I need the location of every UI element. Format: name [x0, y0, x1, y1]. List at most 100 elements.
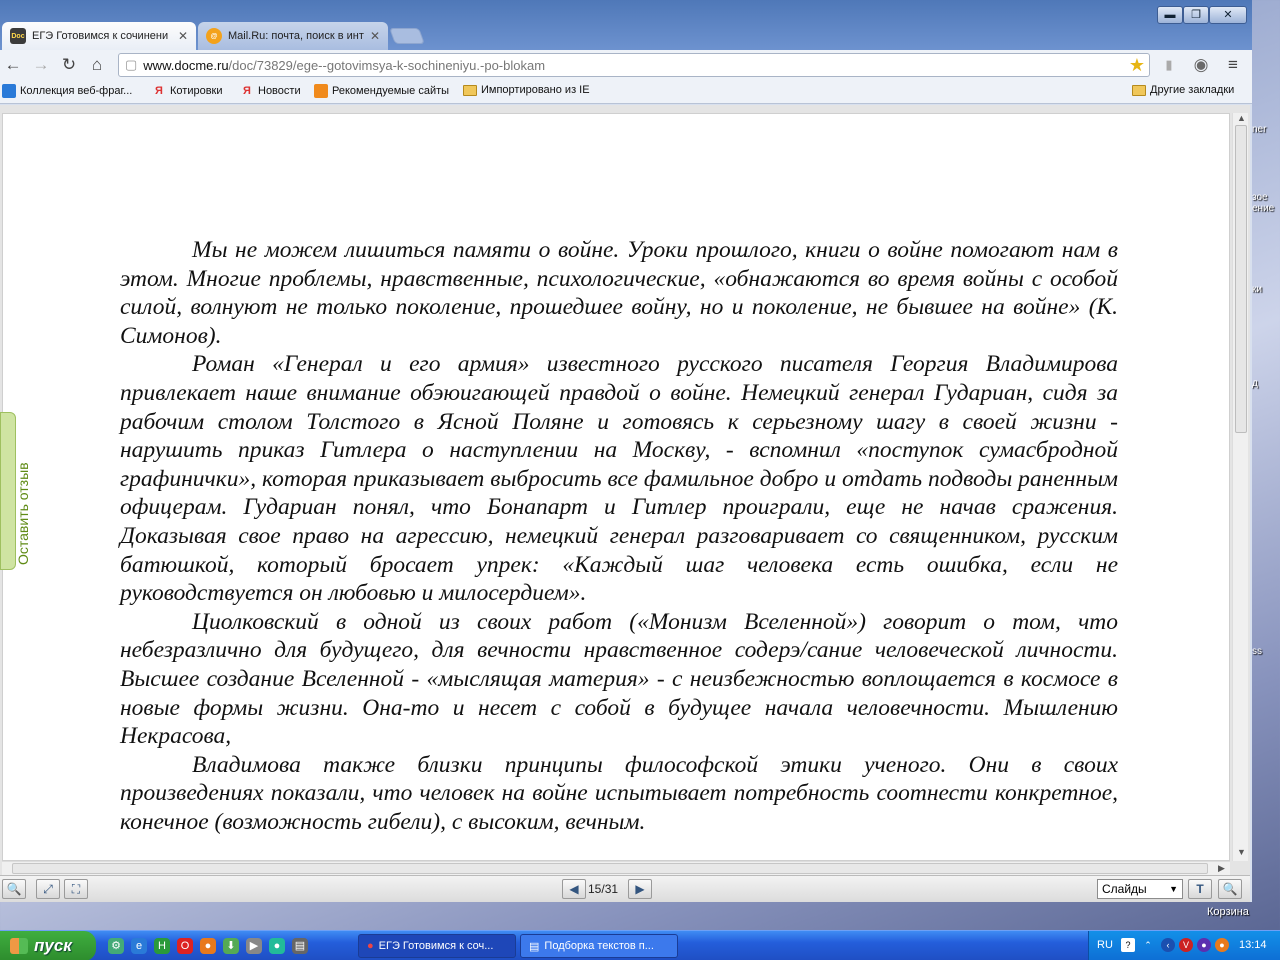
desktop-icon-label[interactable]: зое ение	[1252, 192, 1274, 214]
navigation-toolbar: ← → ↻ ⌂ ▢ www.docme.ru /doc/73829/ege--g…	[0, 50, 1252, 80]
desktop-icon-label[interactable]: д	[1252, 378, 1258, 389]
next-page-button[interactable]: ▶	[628, 879, 652, 899]
back-icon[interactable]: ←	[2, 54, 24, 76]
bookmark-item[interactable]: Я Новости	[240, 84, 301, 98]
bookmark-label: Другие закладки	[1150, 84, 1235, 96]
fullscreen-icon[interactable]: ⛶	[64, 879, 88, 899]
address-bar[interactable]: ▢ www.docme.ru /doc/73829/ege--gotovimsy…	[118, 53, 1150, 77]
folder-icon	[1132, 84, 1146, 96]
document-text: Мы не можем лишиться памяти о войне. Уро…	[120, 236, 1118, 836]
bookmark-item[interactable]: Я Котировки	[152, 84, 222, 98]
paragraph: Циолковский в одной из своих работ («Мон…	[120, 608, 1118, 750]
view-mode-select[interactable]: Слайды ▼	[1097, 879, 1183, 899]
home-icon[interactable]: ⌂	[86, 54, 108, 76]
browser-window: Doc ЕГЭ Готовимся к сочинени ✕ @ Mail.Ru…	[0, 0, 1252, 902]
page-counter: 15/31	[588, 882, 619, 896]
text-mode-icon[interactable]: T	[1188, 879, 1212, 899]
scroll-right-icon[interactable]: ▶	[1218, 863, 1225, 874]
bookmark-label: Коллекция веб-фраг...	[20, 85, 133, 97]
forward-icon[interactable]: →	[30, 54, 52, 76]
scroll-thumb[interactable]	[1235, 125, 1247, 433]
bookmark-folder[interactable]: Импортировано из IE	[463, 84, 590, 96]
other-bookmarks-folder[interactable]: Другие закладки	[1132, 84, 1234, 96]
folder-icon	[463, 84, 477, 96]
media-icon[interactable]: ▶	[246, 938, 262, 954]
quicklaunch-icon[interactable]: H	[154, 938, 170, 954]
chrome-icon[interactable]: ●	[269, 938, 285, 954]
desktop-icon-label[interactable]: ки	[1252, 284, 1262, 295]
extension-icon[interactable]: ◉	[1190, 54, 1212, 76]
bookmark-item[interactable]: Коллекция веб-фраг...	[2, 84, 132, 98]
language-indicator[interactable]: RU	[1097, 939, 1113, 951]
paragraph: Роман «Генерал и его армия» известного р…	[120, 351, 1118, 607]
ie-icon[interactable]: e	[131, 938, 147, 954]
close-icon[interactable]: ✕	[178, 29, 188, 43]
clock: 13:14	[1239, 939, 1267, 951]
page-current: 15	[588, 882, 602, 896]
bookmark-item[interactable]: Рекомендуемые сайты	[314, 84, 449, 98]
windows-flag-icon	[10, 938, 28, 954]
fit-width-icon[interactable]: ⤢	[36, 879, 60, 899]
quicklaunch-icon[interactable]: ⚙	[108, 938, 124, 954]
page-icon: ▢	[125, 57, 138, 72]
feedback-label: Оставить отзыв	[15, 462, 31, 565]
minimize-button[interactable]: ▬	[1157, 6, 1183, 24]
scroll-thumb[interactable]	[12, 863, 1208, 874]
quicklaunch-icon[interactable]: ▤	[292, 938, 308, 954]
help-icon[interactable]: ?	[1121, 938, 1135, 952]
reload-icon[interactable]: ↻	[58, 54, 80, 76]
prev-page-button[interactable]: ◀	[562, 879, 586, 899]
viewer-toolbar: 🔍 ⤢ ⛶ ◀ 15/31 ▶ Слайды ▼ T 🔍	[0, 875, 1250, 902]
ie-icon	[2, 84, 16, 98]
document-viewer: Мы не можем лишиться памяти о войне. Уро…	[0, 105, 1250, 902]
firefox-icon[interactable]: ●	[200, 938, 216, 954]
close-window-button[interactable]: ✕	[1209, 6, 1247, 24]
view-mode-value: Слайды	[1102, 882, 1147, 896]
page-total: 31	[604, 882, 619, 896]
desktop-icon-label[interactable]: ner	[1252, 124, 1266, 135]
chevron-up-icon[interactable]: ⌃	[1141, 938, 1155, 952]
tray-icon[interactable]: ●	[1197, 938, 1211, 952]
close-icon[interactable]: ✕	[370, 29, 380, 43]
bookmark-label: Импортировано из IE	[481, 84, 590, 96]
yandex-icon: Я	[155, 85, 163, 97]
taskbar: пуск ⚙ e H O ● ⬇ ▶ ● ▤ ● ЕГЭ Готовимся к…	[0, 930, 1280, 960]
antivirus-icon[interactable]: V	[1179, 938, 1193, 952]
tab-docme[interactable]: Doc ЕГЭ Готовимся к сочинени ✕	[2, 22, 196, 50]
scroll-down-icon[interactable]: ▼	[1237, 847, 1246, 857]
taskbar-item-browser[interactable]: ● ЕГЭ Готовимся к соч...	[358, 934, 516, 958]
vertical-scrollbar[interactable]: ▲ ▼	[1232, 113, 1248, 861]
recycle-bin-label[interactable]: Корзина	[1207, 906, 1249, 918]
docme-favicon-icon: Doc	[10, 28, 26, 44]
bookmark-star-icon[interactable]: ★	[1129, 55, 1145, 76]
document-icon: ▤	[529, 940, 540, 953]
tab-title: Mail.Ru: почта, поиск в инт	[228, 30, 364, 42]
start-label: пуск	[34, 936, 72, 955]
desktop-icon-label[interactable]: ss	[1252, 646, 1262, 657]
menu-icon[interactable]: ≡	[1222, 54, 1244, 76]
signal-icon[interactable]: ▮	[1158, 54, 1180, 76]
chevron-down-icon: ▼	[1169, 884, 1178, 894]
recommended-icon	[314, 84, 328, 98]
search-icon[interactable]: 🔍	[1218, 879, 1242, 899]
tray-icon[interactable]: ●	[1215, 938, 1229, 952]
scroll-up-icon[interactable]: ▲	[1237, 113, 1246, 123]
bookmark-label: Рекомендуемые сайты	[332, 85, 450, 97]
back-tray-icon[interactable]: ‹	[1161, 938, 1175, 952]
taskbar-item-word[interactable]: ▤ Подборка текстов п...	[520, 934, 678, 958]
quicklaunch-icon[interactable]: ⬇	[223, 938, 239, 954]
maximize-button[interactable]: ❐	[1183, 6, 1209, 24]
system-tray: RU ? ⌃ ‹ V ● ● 13:14	[1088, 931, 1280, 960]
new-tab-button[interactable]	[389, 28, 425, 44]
bookmarks-bar: Коллекция веб-фраг... Я Котировки Я Ново…	[0, 80, 1252, 104]
start-button[interactable]: пуск	[0, 931, 96, 960]
opera-icon[interactable]: O	[177, 938, 193, 954]
tab-title: ЕГЭ Готовимся к сочинени	[32, 30, 169, 42]
horizontal-scrollbar[interactable]: ▶	[2, 861, 1230, 875]
tab-strip: Doc ЕГЭ Готовимся к сочинени ✕ @ Mail.Ru…	[0, 0, 1252, 50]
paragraph: Владимова также близки принципы философс…	[120, 751, 1118, 835]
tab-mailru[interactable]: @ Mail.Ru: почта, поиск в инт ✕	[198, 22, 388, 50]
zoom-icon[interactable]: 🔍	[2, 879, 26, 899]
bookmark-label: Новости	[258, 85, 301, 97]
feedback-tab[interactable]: Оставить отзыв	[0, 412, 31, 570]
